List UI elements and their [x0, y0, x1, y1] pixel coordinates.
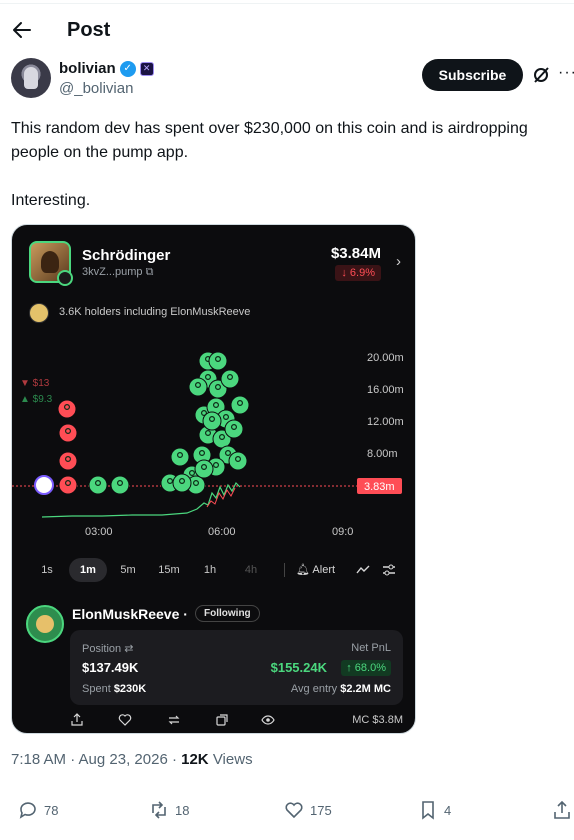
spent-row: Spent $230K [82, 683, 146, 695]
reply-button[interactable]: 78 [18, 800, 58, 820]
price-change-badge: ↓ 6.9% [335, 265, 381, 281]
coin-name: Schrödinger [82, 247, 171, 264]
repost-button[interactable]: 18 [149, 800, 189, 820]
buy-label: ▲ $9.3 [20, 394, 53, 405]
author-name-row[interactable]: bolivian ✓ ✕ [59, 60, 154, 77]
tab-timeframe-5m[interactable]: 5m [116, 558, 140, 582]
position-label: Position ⇄ [82, 643, 134, 655]
bookmark-count: 4 [444, 802, 452, 818]
author-avatar[interactable] [11, 58, 51, 98]
netpnl-percent: ↑ 68.0% [341, 660, 391, 676]
alert-button[interactable]: 🔔︎ Alert [296, 558, 335, 582]
market-cap: $3.84M [330, 245, 381, 262]
bell-icon: 🔔︎ [296, 564, 310, 576]
following-badge: Following [195, 605, 260, 622]
price-chart: 20.00m 16.00m 12.00m 8.00m 3.83m ▼ $13 ▲… [12, 351, 404, 538]
post-media-screenshot[interactable]: Schrödinger 3kvZ...pump ⧉ $3.84M ↓ 6.9% … [11, 224, 416, 734]
subscribe-button[interactable]: Subscribe [422, 59, 523, 91]
market-cap-footer: MC $3.8M [352, 714, 403, 726]
heart-icon[interactable] [118, 713, 132, 727]
settings-sliders-icon[interactable] [382, 563, 396, 577]
netpnl-label: Net PnL [351, 642, 391, 654]
eye-icon[interactable] [261, 713, 275, 727]
coin-address: 3kvZ...pump ⧉ [82, 266, 153, 279]
share-icon [554, 800, 570, 819]
alert-label: Alert [312, 564, 336, 576]
reply-count: 78 [44, 802, 59, 818]
timeframe-row: 1s 1m 5m 15m 1h 4h 🔔︎ Alert [12, 558, 415, 582]
avg-entry-label: Avg entry [290, 683, 338, 695]
media-bottom-bar: MC $3.8M [12, 713, 415, 731]
holders-text: 3.6K holders including ElonMuskReeve [59, 306, 251, 318]
like-count: 175 [310, 802, 332, 818]
page-title: Post [67, 19, 111, 41]
grok-icon[interactable] [532, 66, 550, 84]
holder-avatar-icon [29, 303, 49, 323]
top-divider [0, 3, 574, 4]
trader-bubbles [34, 351, 250, 495]
refresh-icon[interactable] [167, 713, 181, 727]
y-tick-label: 20.00m [367, 352, 404, 364]
y-tick-label: 16.00m [367, 384, 404, 396]
tab-timeframe-4h[interactable]: 4h [240, 558, 262, 582]
post-text-line: Interesting. [11, 192, 91, 209]
post-timestamp[interactable]: 7:18 AM · Aug 23, 2026 · [11, 751, 181, 768]
share-button[interactable] [552, 800, 572, 820]
repost-count: 18 [175, 802, 190, 818]
post-header: Post [0, 14, 574, 48]
line-chart-icon[interactable] [356, 563, 370, 577]
spent-value: $230K [113, 683, 147, 695]
sell-label: ▼ $13 [20, 378, 50, 389]
avg-entry-value: $2.2M MC [340, 683, 391, 695]
post-text: This random dev has spent over $230,000 … [11, 117, 561, 237]
trader-name: ElonMuskReeve · [72, 606, 188, 622]
views-label: Views [208, 751, 253, 768]
spent-label: Spent [82, 683, 111, 695]
bookmark-button[interactable]: 4 [418, 800, 451, 820]
trader-avatar [26, 605, 64, 643]
views-count: 12K [181, 751, 209, 768]
x-tick-label: 03:00 [85, 526, 113, 538]
like-button[interactable]: 175 [284, 800, 332, 820]
tab-timeframe-1s[interactable]: 1s [36, 558, 58, 582]
heart-icon [285, 802, 303, 819]
copy-icon: ⧉ [145, 266, 154, 278]
author-name[interactable]: bolivian [59, 60, 116, 77]
bookmark-icon [422, 801, 434, 820]
x-tick-label: 06:00 [208, 526, 236, 538]
post-text-line: This random dev has spent over $230,000 … [11, 120, 528, 161]
edit-bubble-icon [34, 475, 54, 495]
coin-address-text: 3kvZ...pump [82, 266, 143, 278]
divider [284, 563, 285, 577]
coin-badge-icon [57, 270, 73, 286]
position-value: $137.49K [82, 660, 139, 675]
author-handle[interactable]: @_bolivian [59, 80, 133, 97]
post-actions-bar: 78 18 175 4 [0, 800, 574, 824]
y-tick-label: 8.00m [367, 448, 398, 460]
reply-icon [19, 802, 36, 819]
price-series-red [206, 487, 236, 508]
verified-badge-icon: ✓ [119, 60, 136, 77]
tab-timeframe-15m[interactable]: 15m [154, 558, 184, 582]
avg-entry-row: Avg entry $2.2M MC [291, 683, 391, 695]
back-arrow-icon[interactable] [12, 20, 32, 40]
price-tag: 3.83m [364, 481, 395, 493]
x-tick-label: 09:0 [332, 526, 353, 538]
tab-timeframe-1m[interactable]: 1m [69, 558, 107, 582]
affiliation-badge-icon[interactable]: ✕ [139, 61, 154, 76]
more-options-icon[interactable]: ··· [558, 64, 574, 82]
share-icon[interactable] [70, 713, 84, 727]
y-tick-label: 12.00m [367, 416, 404, 428]
repost-icon [152, 801, 166, 819]
chevron-right-icon: › [396, 253, 401, 270]
post-meta: 7:18 AM · Aug 23, 2026 · 12K Views [11, 751, 253, 768]
tab-timeframe-1h[interactable]: 1h [199, 558, 221, 582]
netpnl-value: $155.24K [270, 660, 327, 675]
position-card: Position ⇄ Net PnL $137.49K $155.24K ↑ 6… [70, 630, 403, 705]
copy-icon[interactable] [215, 713, 229, 727]
